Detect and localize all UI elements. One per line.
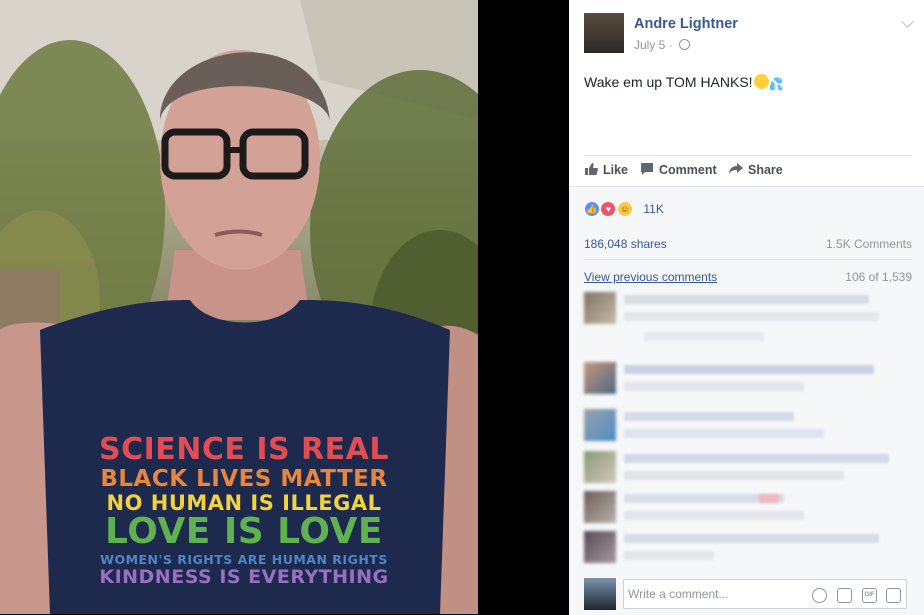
post-photo[interactable]: SCIENCE IS REAL BLACK LIVES MATTER NO HU… <box>0 0 478 614</box>
like-label: Like <box>603 163 629 177</box>
reaction-summary[interactable]: 👍 ♥ ☺ 11K <box>584 200 664 218</box>
blurred-comment-text <box>624 295 869 304</box>
like-button[interactable]: Like <box>584 162 628 177</box>
author-name[interactable]: Andre Lightner <box>634 16 738 32</box>
blurred-comment-emoji <box>759 494 779 503</box>
commenter-avatar[interactable] <box>584 362 616 394</box>
like-reaction-icon: 👍 <box>584 200 600 217</box>
comment-item[interactable] <box>584 362 884 400</box>
commenter-avatar[interactable] <box>584 409 616 441</box>
blurred-comment-text <box>624 412 794 421</box>
comment-composer: Write a comment... GIF <box>584 576 914 610</box>
share-button[interactable]: Share <box>728 162 783 177</box>
blurred-comment-text <box>624 471 844 480</box>
post-meta: July 5 · <box>634 38 691 52</box>
commenter-avatar[interactable] <box>584 451 616 483</box>
shirt-line-1: SCIENCE IS REAL <box>99 432 389 467</box>
commenter-avatar[interactable] <box>584 491 616 523</box>
comment-item[interactable] <box>584 409 884 447</box>
comments-count[interactable]: 1.5K Comments <box>826 237 912 251</box>
camera-icon[interactable] <box>837 588 852 603</box>
view-previous-comments-link[interactable]: View previous comments <box>584 270 717 284</box>
comment-label: Comment <box>659 163 717 177</box>
blurred-comment-text <box>624 454 889 463</box>
blurred-comment-text <box>624 534 879 543</box>
globe-icon[interactable] <box>679 39 691 50</box>
share-arrow-icon <box>729 163 743 175</box>
post-panel: Andre Lightner July 5 · Wake em up TOM H… <box>569 0 924 615</box>
share-label: Share <box>748 163 783 177</box>
post-date[interactable]: July 5 <box>634 38 665 52</box>
commenter-avatar[interactable] <box>584 292 616 324</box>
shirt-line-4: LOVE IS LOVE <box>105 511 383 552</box>
comment-item[interactable] <box>584 292 884 341</box>
haha-reaction-icon: ☺ <box>616 200 633 217</box>
blurred-comment-text <box>624 312 879 321</box>
post-actions: Like Comment Share <box>584 155 912 187</box>
chevron-down-icon[interactable] <box>901 15 914 28</box>
blurred-comment-text <box>624 429 824 438</box>
blurred-comment-text <box>624 511 804 520</box>
blurred-comment-text <box>624 551 714 560</box>
shirt-line-2: BLACK LIVES MATTER <box>100 466 388 492</box>
comment-item[interactable] <box>584 491 884 529</box>
divider <box>584 259 912 260</box>
sweat-droplets-emoji-icon: 💦 <box>768 77 784 91</box>
gif-icon[interactable]: GIF <box>862 588 877 603</box>
photo-viewer: SCIENCE IS REAL BLACK LIVES MATTER NO HU… <box>0 0 569 614</box>
comment-item[interactable] <box>584 531 884 569</box>
shares-count[interactable]: 186,048 shares <box>584 237 667 251</box>
caption-text: Wake em up TOM HANKS! <box>584 74 753 90</box>
post-caption: Wake em up TOM HANKS! 💦 <box>584 74 784 91</box>
blurred-comment-actions <box>644 332 764 341</box>
shirt-line-5: WOMEN'S RIGHTS ARE HUMAN RIGHTS <box>100 552 388 567</box>
comment-placeholder: Write a comment... <box>628 587 729 601</box>
meta-separator: · <box>668 38 673 52</box>
grinning-sweat-emoji-icon <box>753 74 769 89</box>
shirt-line-6: KINDNESS IS EVERYTHING <box>99 566 389 588</box>
post-header: Andre Lightner July 5 · <box>584 13 914 55</box>
comment-pagination: 106 of 1,539 <box>845 270 912 284</box>
love-reaction-icon: ♥ <box>600 200 617 217</box>
sticker-icon[interactable] <box>886 588 901 603</box>
current-user-avatar[interactable] <box>584 578 616 610</box>
blurred-comment-text <box>624 382 804 391</box>
reaction-count[interactable]: 11K <box>643 202 663 216</box>
emoji-icon[interactable] <box>812 588 827 603</box>
comment-button[interactable]: Comment <box>640 162 717 177</box>
thumbs-up-icon <box>585 163 598 176</box>
comment-bubble-icon <box>641 163 653 175</box>
commenter-avatar[interactable] <box>584 531 616 563</box>
blurred-comment-text <box>624 365 874 374</box>
comment-input[interactable]: Write a comment... GIF <box>623 579 907 609</box>
author-avatar[interactable] <box>584 13 624 53</box>
feedback-section: 👍 ♥ ☺ 11K 186,048 shares 1.5K Comments V… <box>569 186 924 615</box>
comment-item[interactable] <box>584 451 889 489</box>
